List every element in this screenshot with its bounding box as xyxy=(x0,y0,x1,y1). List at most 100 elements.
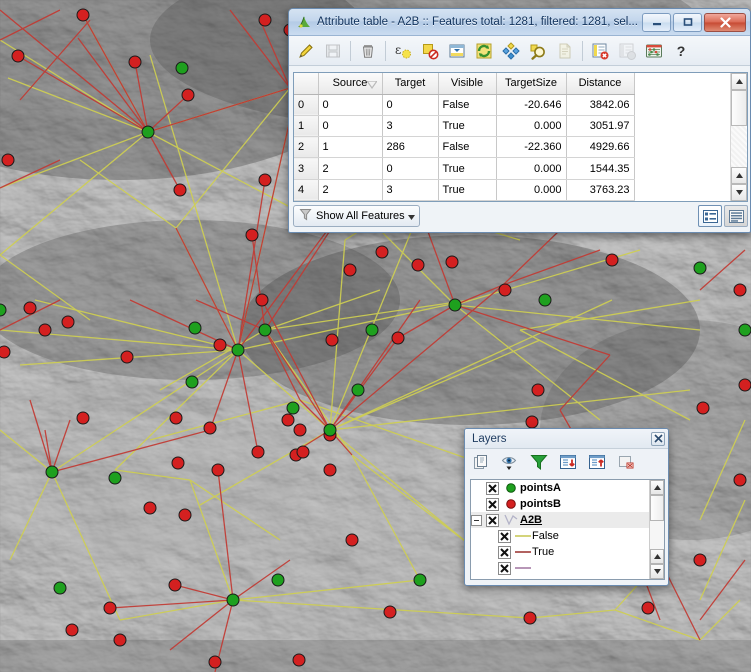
table-row[interactable]: 4 2 3 True 0.000 3763.23 xyxy=(294,179,635,201)
cell-visible[interactable]: True xyxy=(438,157,497,180)
row-id[interactable]: 0 xyxy=(294,94,319,116)
scroll-page-up-arrow[interactable] xyxy=(650,549,664,564)
cell-source[interactable]: 0 xyxy=(318,94,383,116)
row-id[interactable]: 4 xyxy=(294,179,319,201)
cell-target[interactable]: 3 xyxy=(382,115,439,138)
attribute-table-window[interactable]: Attribute table - A2B :: Features total:… xyxy=(288,8,751,233)
cell-distance[interactable]: 4929.66 xyxy=(566,136,635,159)
layer-item-pointsB[interactable]: pointsB xyxy=(471,496,649,512)
layer-visibility-checkbox[interactable] xyxy=(486,481,499,495)
save-edits-icon[interactable] xyxy=(320,38,346,64)
table-vertical-scrollbar[interactable] xyxy=(730,73,747,201)
scroll-up-arrow[interactable] xyxy=(731,73,747,90)
add-group-icon[interactable] xyxy=(469,451,493,473)
cell-targetsize[interactable]: 0.000 xyxy=(496,179,567,201)
pan-to-selection-icon[interactable] xyxy=(498,38,524,64)
legend-item-true[interactable]: True xyxy=(471,544,649,560)
legend-visibility-checkbox[interactable] xyxy=(498,561,511,575)
expand-all-icon[interactable] xyxy=(556,451,580,473)
cell-visible[interactable]: False xyxy=(438,94,497,116)
cell-visible[interactable]: False xyxy=(438,136,497,159)
new-column-icon[interactable] xyxy=(614,38,640,64)
cell-target[interactable]: 286 xyxy=(382,136,439,159)
cell-target[interactable]: 0 xyxy=(382,94,439,116)
delete-column-icon[interactable] xyxy=(587,38,613,64)
legend-visibility-checkbox[interactable] xyxy=(498,529,511,543)
zoom-to-selection-icon[interactable] xyxy=(525,38,551,64)
column-header-source[interactable]: Source xyxy=(318,73,383,95)
table-row[interactable]: 2 1 286 False -22.360 4929.66 xyxy=(294,136,635,159)
delete-selected-icon[interactable] xyxy=(355,38,381,64)
show-all-features-button[interactable]: Show All Features xyxy=(293,205,420,227)
filter-legend-icon[interactable] xyxy=(527,451,551,473)
table-row[interactable]: 1 0 3 True 0.000 3051.97 xyxy=(294,115,635,138)
scroll-up-arrow[interactable] xyxy=(650,480,664,495)
layers-vertical-scrollbar[interactable] xyxy=(649,480,664,579)
collapse-all-icon[interactable] xyxy=(585,451,609,473)
scrollbar-thumb[interactable] xyxy=(650,495,664,521)
layer-item-A2B[interactable]: A2B xyxy=(471,512,649,528)
cell-source[interactable]: 0 xyxy=(318,115,383,138)
legend-visibility-checkbox[interactable] xyxy=(498,545,511,559)
legend-item-unlabeled[interactable] xyxy=(471,560,649,576)
cell-visible[interactable]: True xyxy=(438,179,497,201)
scroll-down-arrow[interactable] xyxy=(731,184,747,201)
invert-selection-icon[interactable] xyxy=(471,38,497,64)
layers-toolbar[interactable] xyxy=(465,449,668,475)
cell-targetsize[interactable]: 0.000 xyxy=(496,157,567,180)
layer-visibility-checkbox[interactable] xyxy=(486,497,499,511)
form-view-icon[interactable] xyxy=(724,205,748,227)
close-panel-icon[interactable] xyxy=(651,431,665,446)
minimize-button[interactable] xyxy=(642,12,671,32)
cell-distance[interactable]: 3842.06 xyxy=(566,94,635,116)
select-by-expression-icon[interactable]: ε xyxy=(390,38,416,64)
scroll-down-arrow[interactable] xyxy=(650,564,664,579)
toggle-editing-icon[interactable] xyxy=(293,38,319,64)
cell-target[interactable]: 3 xyxy=(382,179,439,201)
row-id[interactable]: 1 xyxy=(294,115,319,138)
scrollbar-track[interactable] xyxy=(731,126,747,167)
cell-visible[interactable]: True xyxy=(438,115,497,138)
cell-targetsize[interactable]: 0.000 xyxy=(496,115,567,138)
layer-item-pointsA[interactable]: pointsA xyxy=(471,480,649,496)
layers-tree[interactable]: pointsA pointsB A2B False True xyxy=(470,479,665,580)
move-selection-to-top-icon[interactable] xyxy=(444,38,470,64)
legend-item-false[interactable]: False xyxy=(471,528,649,544)
table-row[interactable]: 0 0 0 False -20.646 3842.06 xyxy=(294,94,635,116)
cell-source[interactable]: 2 xyxy=(318,179,383,201)
row-id[interactable]: 2 xyxy=(294,136,319,159)
cell-distance[interactable]: 3763.23 xyxy=(566,179,635,201)
deselect-all-icon[interactable] xyxy=(417,38,443,64)
help-icon[interactable]: ? xyxy=(668,38,694,64)
collapse-expander-icon[interactable] xyxy=(471,514,482,526)
table-row[interactable]: 3 2 0 True 0.000 1544.35 xyxy=(294,157,635,180)
cell-source[interactable]: 1 xyxy=(318,136,383,159)
field-calculator-icon[interactable] xyxy=(641,38,667,64)
attribute-table-titlebar[interactable]: Attribute table - A2B :: Features total:… xyxy=(289,9,750,36)
column-header-visible[interactable]: Visible xyxy=(438,73,497,95)
attribute-table-grid-area[interactable]: Source Target Visible TargetSize Distanc… xyxy=(293,72,748,202)
cell-targetsize[interactable]: -22.360 xyxy=(496,136,567,159)
attribute-table-toolbar[interactable]: ε ? xyxy=(289,36,750,66)
row-header-corner[interactable] xyxy=(294,73,319,95)
column-header-targetsize[interactable]: TargetSize xyxy=(496,73,567,95)
column-header-distance[interactable]: Distance xyxy=(566,73,635,95)
table-view-icon[interactable] xyxy=(698,205,722,227)
maximize-button[interactable] xyxy=(673,12,702,32)
scrollbar-thumb[interactable] xyxy=(731,90,747,126)
remove-layer-icon[interactable] xyxy=(614,451,638,473)
column-header-target[interactable]: Target xyxy=(382,73,439,95)
copy-selected-icon[interactable] xyxy=(552,38,578,64)
close-button[interactable] xyxy=(704,12,746,32)
chevron-down-icon[interactable] xyxy=(407,211,415,223)
cell-distance[interactable]: 3051.97 xyxy=(566,115,635,138)
cell-source[interactable]: 2 xyxy=(318,157,383,180)
layer-visibility-checkbox[interactable] xyxy=(486,513,499,527)
cell-distance[interactable]: 1544.35 xyxy=(566,157,635,180)
attribute-table[interactable]: Source Target Visible TargetSize Distanc… xyxy=(294,73,635,201)
cell-target[interactable]: 0 xyxy=(382,157,439,180)
scroll-page-up-arrow[interactable] xyxy=(731,167,747,184)
scrollbar-track[interactable] xyxy=(650,521,664,549)
manage-visibility-icon[interactable] xyxy=(498,451,522,473)
layers-panel-titlebar[interactable]: Layers xyxy=(465,429,668,449)
